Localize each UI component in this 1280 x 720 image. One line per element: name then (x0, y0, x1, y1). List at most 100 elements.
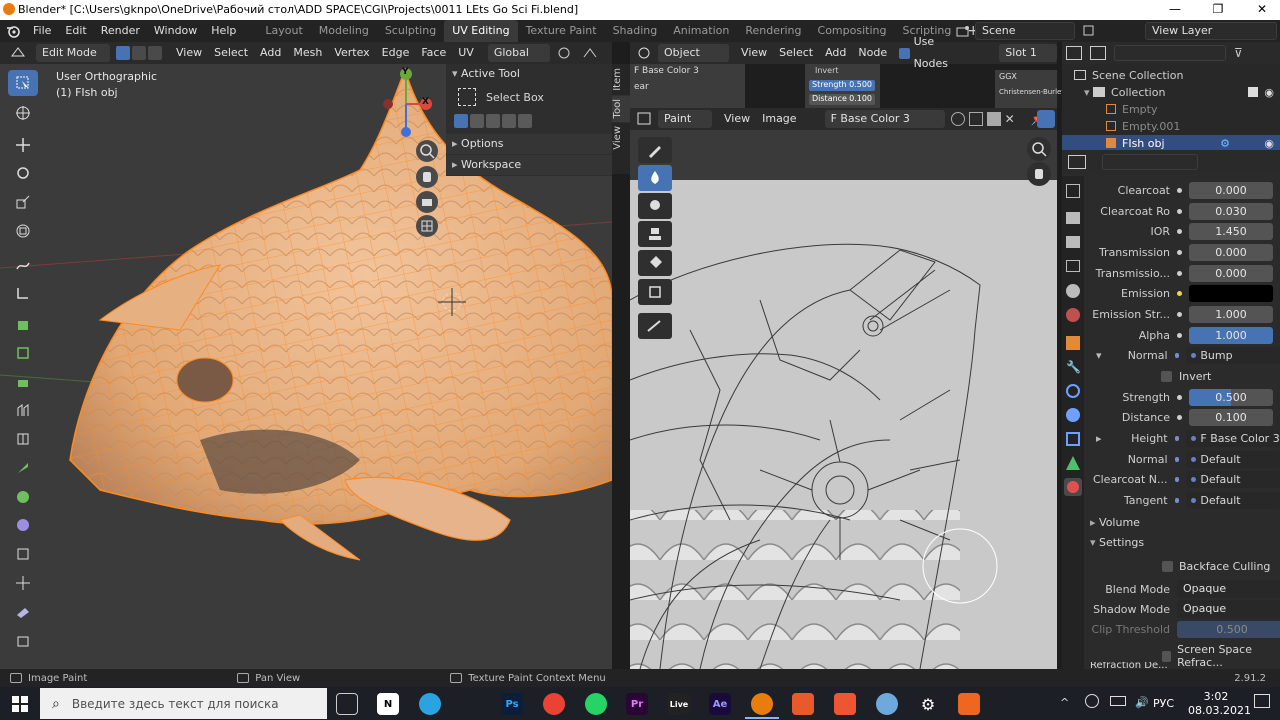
socket-dot-icon[interactable] (1177, 208, 1182, 214)
vp-menu-vertex[interactable]: Vertex (328, 42, 375, 64)
premiere-app-icon[interactable]: Pr (626, 693, 648, 715)
menu-window[interactable]: Window (147, 20, 204, 42)
clock-time[interactable]: 3:02 (1196, 690, 1236, 703)
select-box-tool-icon[interactable] (8, 70, 38, 96)
fake-user-icon[interactable] (950, 112, 965, 126)
telegram-app-icon[interactable] (419, 693, 441, 715)
backface-culling-checkbox[interactable] (1162, 561, 1173, 572)
clock-date[interactable]: 08.03.2021 (1188, 704, 1251, 717)
socket-dot-icon[interactable] (1177, 187, 1182, 193)
shadow-mode-dropdown[interactable]: Opaque (1177, 600, 1280, 618)
transform-tool-icon[interactable] (8, 218, 38, 244)
socket-dot-icon[interactable] (1174, 436, 1180, 442)
outliner-row-empty-001[interactable]: Empty.001 (1062, 118, 1280, 135)
prop-value-field[interactable]: 1.000 (1189, 326, 1273, 344)
prop-checkbox[interactable] (1161, 371, 1172, 383)
tab-item[interactable]: Item (612, 64, 630, 95)
img-menu-image[interactable]: Image (756, 108, 802, 130)
socket-dot-icon[interactable] (1174, 353, 1180, 359)
extend-selection-icon[interactable] (470, 114, 484, 128)
bump-strength-field[interactable]: Strength 0.500 (809, 80, 875, 91)
render-props-icon[interactable] (1066, 212, 1080, 224)
vp-menu-select[interactable]: Select (208, 42, 254, 64)
prop-value-field[interactable]: 0.100 (1189, 409, 1273, 427)
display-mode-icon[interactable] (1090, 46, 1106, 60)
scale-tool-icon[interactable] (8, 189, 38, 215)
socket-dot-icon[interactable] (1177, 229, 1182, 235)
prop-value-field[interactable]: F Base Color 3 (1186, 430, 1280, 448)
tab-layout[interactable]: Layout (257, 20, 310, 42)
poly-build-tool-icon[interactable] (8, 484, 38, 510)
socket-dot-icon[interactable] (1177, 415, 1182, 421)
data-props-icon[interactable] (1066, 456, 1080, 470)
settings-section-header[interactable]: ▾ Settings (1090, 533, 1144, 553)
view-layer-props-icon[interactable] (1066, 260, 1080, 272)
loop-cut-tool-icon[interactable] (8, 426, 38, 452)
slot-selector[interactable]: Slot 1 (999, 44, 1057, 62)
app-icon-14[interactable] (958, 693, 980, 715)
screen-space-checkbox[interactable] (1162, 650, 1172, 662)
backface-culling-row[interactable]: Backface Culling (1162, 560, 1270, 573)
extrude-tool-icon[interactable] (8, 340, 38, 366)
node-menu-node[interactable]: Node (852, 42, 893, 64)
maximize-button[interactable]: ❐ (1208, 2, 1228, 16)
add-cube-tool-icon[interactable] (8, 312, 38, 338)
view-layer-selector[interactable]: View Layer (1145, 22, 1277, 40)
physics-props-icon[interactable] (1066, 408, 1080, 422)
tab-compositing[interactable]: Compositing (810, 20, 895, 42)
socket-dot-icon[interactable] (1177, 270, 1182, 276)
open-image-icon[interactable] (986, 112, 1001, 126)
vp-menu-view[interactable]: View (170, 42, 208, 64)
smear-brush-icon[interactable] (638, 193, 672, 219)
windows-start-icon[interactable] (12, 696, 28, 712)
grid-icon[interactable] (416, 215, 438, 237)
prop-value-field[interactable]: 0.000 (1189, 243, 1273, 261)
scene-selector[interactable]: Scene (975, 22, 1075, 40)
photoshop-app-icon[interactable]: Ps (501, 693, 523, 715)
object-props-icon[interactable] (1066, 336, 1080, 350)
soften-brush-icon[interactable] (638, 165, 672, 191)
app-icon-12[interactable] (876, 693, 898, 715)
mask-brush-icon[interactable] (638, 279, 672, 305)
prop-value-field[interactable]: 0.500 (1189, 388, 1273, 406)
prop-value-field[interactable]: 1.450 (1189, 223, 1273, 241)
spin-tool-icon[interactable] (8, 512, 38, 538)
active-tool-row[interactable]: Select Box (446, 84, 612, 110)
menu-file[interactable]: File (26, 20, 58, 42)
outliner-row-empty[interactable]: Empty (1062, 101, 1280, 118)
x-app-icon[interactable] (834, 693, 856, 715)
measure-tool-icon[interactable] (8, 280, 38, 306)
fill-brush-icon[interactable] (638, 250, 672, 276)
socket-dot-icon[interactable] (1174, 498, 1180, 504)
rip-tool-icon[interactable] (8, 628, 38, 654)
vp-menu-mesh[interactable]: Mesh (287, 42, 328, 64)
vertex-select-icon[interactable] (116, 46, 130, 60)
camera-icon[interactable] (416, 191, 438, 213)
img-zoom-icon[interactable] (1027, 137, 1051, 161)
socket-dot-icon[interactable] (1174, 477, 1180, 483)
img-pan-hand-icon[interactable] (1027, 162, 1051, 186)
snap-icon[interactable] (580, 45, 600, 61)
tab-uv-editing[interactable]: UV Editing (444, 20, 518, 42)
filter-icon[interactable]: ⊽ (1234, 46, 1243, 60)
tool-props-icon[interactable] (1066, 184, 1080, 198)
tray-app-icon[interactable] (1085, 694, 1099, 708)
bevel-tool-icon[interactable] (8, 398, 38, 424)
image-texture-node[interactable]: F Base Color 3 ear (630, 64, 745, 108)
notion-app-icon[interactable]: N (377, 693, 399, 715)
annotate-tool-icon[interactable] (8, 252, 38, 278)
node-menu-select[interactable]: Select (773, 42, 819, 64)
unlink-image-icon[interactable]: ✕ (1005, 112, 1019, 126)
particle-props-icon[interactable] (1066, 384, 1080, 398)
prop-value-field[interactable] (1189, 285, 1273, 303)
inset-tool-icon[interactable] (8, 369, 38, 395)
expand-arrow-icon[interactable]: ▾ (1096, 349, 1102, 362)
move-tool-icon[interactable] (8, 132, 38, 158)
paint-mode-selector[interactable]: Paint (658, 110, 712, 128)
modifier-props-icon[interactable]: 🔧 (1066, 360, 1081, 374)
rotate-tool-icon[interactable] (8, 160, 38, 186)
collection-checkbox[interactable] (1248, 87, 1258, 97)
prop-value-field[interactable]: 1.000 (1189, 305, 1273, 323)
prop-value-field[interactable]: Default (1186, 471, 1280, 489)
prop-value-field[interactable]: Bump (1186, 347, 1280, 365)
